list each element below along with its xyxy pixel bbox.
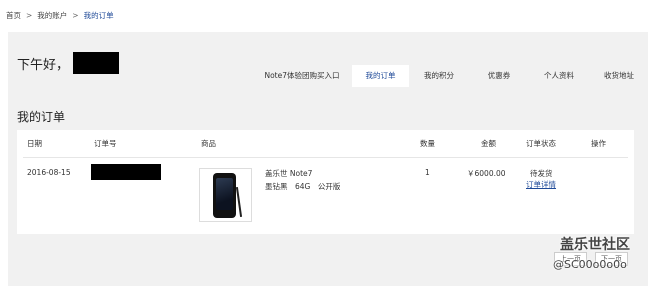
tab-coupons[interactable]: 优惠券 xyxy=(469,65,529,87)
greeting-text: 下午好， xyxy=(17,57,70,73)
breadcrumb-current: 我的订单 xyxy=(83,11,114,20)
product-thumbnail[interactable] xyxy=(199,168,252,222)
breadcrumb-separator: > xyxy=(26,11,33,20)
column-header-actions: 操作 xyxy=(591,139,606,148)
account-panel: 下午好， Note7体验团购买入口 我的订单 我的积分 优惠券 个人资料 收货地… xyxy=(8,32,648,286)
tab-my-points[interactable]: 我的积分 xyxy=(409,65,469,87)
breadcrumb-home-link[interactable]: 首页 xyxy=(6,10,21,21)
orders-section-title: 我的订单 xyxy=(17,110,66,124)
watermark-handle: @SC00o0o0o xyxy=(553,258,627,271)
breadcrumb: 首页 > 我的账户 > 我的订单 xyxy=(6,10,114,21)
greeting: 下午好， xyxy=(17,52,120,74)
stylus-image xyxy=(235,187,243,217)
order-status: 待发货 xyxy=(530,169,553,178)
tab-note7-group-buy[interactable]: Note7体验团购买入口 xyxy=(252,65,352,87)
tab-shipping-address[interactable]: 收货地址 xyxy=(589,65,649,87)
product-name[interactable]: 盖乐世 Note7 xyxy=(265,168,312,179)
redacted-order-number xyxy=(91,164,161,180)
watermark-title: 盖乐世社区 xyxy=(560,237,630,253)
orders-table: 日期 订单号 商品 数量 金额 订单状态 操作 2016-08-15 盖乐世 N… xyxy=(17,130,634,234)
order-quantity: 1 xyxy=(425,168,430,177)
tab-my-orders[interactable]: 我的订单 xyxy=(352,65,409,87)
redacted-username xyxy=(73,52,120,74)
column-header-amount: 金额 xyxy=(481,139,496,148)
breadcrumb-account-link[interactable]: 我的账户 xyxy=(37,10,67,21)
order-detail-link[interactable]: 订单详情 xyxy=(526,179,556,190)
order-date: 2016-08-15 xyxy=(27,168,71,177)
breadcrumb-separator: > xyxy=(72,11,79,20)
header-divider xyxy=(23,157,628,158)
column-header-quantity: 数量 xyxy=(420,139,435,148)
tab-profile[interactable]: 个人资料 xyxy=(529,65,589,87)
phone-image xyxy=(213,173,236,218)
column-header-order-number: 订单号 xyxy=(94,139,117,148)
order-amount: ￥6000.00 xyxy=(467,169,506,178)
column-header-product: 商品 xyxy=(201,139,216,148)
column-header-status: 订单状态 xyxy=(526,139,556,148)
account-tabs: Note7体验团购买入口 我的订单 我的积分 优惠券 个人资料 收货地址 xyxy=(252,65,649,87)
product-spec: 墨钻黑 64G 公开版 xyxy=(265,182,341,191)
column-header-date: 日期 xyxy=(27,139,42,148)
